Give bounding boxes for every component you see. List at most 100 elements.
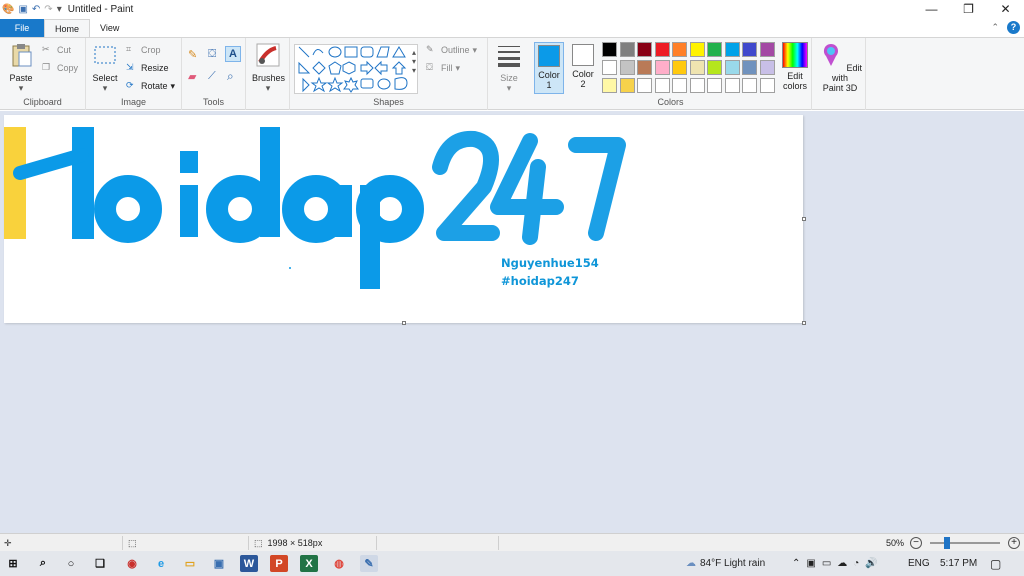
start-icon[interactable]: ⊞ <box>4 555 22 572</box>
language-indicator[interactable]: ENG <box>908 551 930 576</box>
palette-swatch[interactable] <box>759 60 775 75</box>
palette-swatch[interactable] <box>654 42 670 57</box>
excel-icon[interactable]: X <box>300 555 318 572</box>
palette-swatch[interactable] <box>742 60 757 75</box>
save-icon[interactable]: ▣ <box>18 4 27 15</box>
notifications-icon[interactable]: ▢ <box>990 551 1001 576</box>
magnifier-icon[interactable]: ⌕ <box>227 69 234 84</box>
palette-swatch[interactable] <box>672 60 687 75</box>
cut-label: Cut <box>57 45 72 55</box>
palette-swatch[interactable] <box>707 60 722 75</box>
cloud-icon[interactable]: ☁ <box>837 558 847 569</box>
copy-button[interactable]: ❐ Copy <box>42 62 78 74</box>
palette-swatch[interactable] <box>637 60 652 75</box>
tab-home[interactable]: Home <box>44 19 91 37</box>
customize-dropdown-icon[interactable]: ▾ <box>57 4 62 15</box>
color-1-button[interactable]: Color 1 <box>534 42 564 94</box>
volume-icon[interactable]: 🔊 <box>865 558 877 569</box>
palette-swatch[interactable] <box>689 78 705 93</box>
size-button[interactable]: Size ▾ <box>494 42 524 93</box>
fill-bucket-icon[interactable]: ⛋ <box>208 48 216 61</box>
palette-swatch[interactable] <box>602 42 617 57</box>
zoom-out-button[interactable]: − <box>910 537 922 549</box>
network-icon[interactable]: ◔ <box>853 558 859 569</box>
help-icon[interactable]: ? <box>1007 21 1020 34</box>
shapes-gallery[interactable] <box>294 44 418 94</box>
brushes-button[interactable]: Brushes ▾ <box>252 42 285 93</box>
paint-icon[interactable]: ✎ <box>360 555 378 572</box>
pencil-icon[interactable]: ✎ <box>188 48 197 61</box>
powerpoint-icon[interactable]: P <box>270 555 288 572</box>
color-picker-icon[interactable]: ⟋ <box>208 70 216 83</box>
palette-swatch[interactable] <box>672 42 687 57</box>
resize-handle-bottom[interactable] <box>402 321 406 325</box>
crop-button[interactable]: ⌗ Crop <box>126 44 161 56</box>
paste-icon <box>12 44 32 67</box>
palette-swatch[interactable] <box>654 60 670 75</box>
palette-swatch[interactable] <box>724 42 740 57</box>
drawing-canvas[interactable]: Nguyenhue154 #hoidap247 <box>4 115 803 323</box>
text-tool-icon[interactable]: A <box>225 46 241 62</box>
palette-swatch[interactable] <box>724 78 740 93</box>
palette-swatch[interactable] <box>619 60 635 75</box>
shapes-scroll-icon[interactable]: ▴ ▾ ▾ <box>412 48 416 75</box>
clock[interactable]: 5:17 PM <box>940 551 977 576</box>
fill-button[interactable]: ⛋ Fill ▾ <box>426 62 460 74</box>
edit-colors-button[interactable]: Edit colors <box>780 42 810 91</box>
resize-button[interactable]: ⇲ Resize <box>126 62 169 74</box>
edit-with-paint3d-button[interactable]: Edit with Paint 3D <box>816 42 864 93</box>
palette-swatch[interactable] <box>707 42 722 57</box>
computer-icon[interactable]: ▣ <box>210 555 228 572</box>
palette-swatch[interactable] <box>619 42 635 57</box>
select-button[interactable]: Select ▾ <box>90 42 120 93</box>
rotate-button[interactable]: ⟳ Rotate ▾ <box>126 80 175 92</box>
palette-swatch[interactable] <box>654 78 670 93</box>
battery-icon[interactable]: ▭ <box>822 558 831 569</box>
zoom-slider-track[interactable] <box>930 542 1000 544</box>
close-button[interactable]: ✕ <box>987 0 1024 19</box>
resize-handle-corner[interactable] <box>802 321 806 325</box>
zoom-in-button[interactable]: + <box>1008 537 1020 549</box>
paint-app-icon[interactable]: 🎨 <box>2 4 14 15</box>
palette-swatch[interactable] <box>637 42 652 57</box>
edge-icon[interactable]: e <box>152 555 170 572</box>
palette-swatch[interactable] <box>672 78 687 93</box>
palette-swatch[interactable] <box>689 42 705 57</box>
app-red-icon[interactable]: ◉ <box>123 555 141 572</box>
collapse-ribbon-icon[interactable]: ⌃ <box>991 22 999 33</box>
cortana-icon[interactable]: ○ <box>62 555 80 572</box>
word-icon[interactable]: W <box>240 555 258 572</box>
minimize-button[interactable]: — <box>913 0 950 19</box>
chevron-up-icon[interactable]: ⌃ <box>792 558 800 569</box>
undo-icon[interactable]: ↶ <box>32 4 40 15</box>
palette-swatch[interactable] <box>742 78 757 93</box>
palette-swatch[interactable] <box>637 78 652 93</box>
palette-swatch[interactable] <box>602 60 617 75</box>
paint3d-group: Edit with Paint 3D <box>812 38 866 110</box>
tab-view[interactable]: View <box>90 19 129 37</box>
tab-file[interactable]: File <box>0 19 44 37</box>
palette-swatch[interactable] <box>619 78 635 93</box>
maximize-button[interactable]: ❐ <box>950 0 987 19</box>
palette-swatch[interactable] <box>742 42 757 57</box>
meet-icon[interactable]: ▣ <box>806 558 815 569</box>
palette-swatch[interactable] <box>759 78 775 93</box>
outline-button[interactable]: ✎ Outline ▾ <box>426 44 477 56</box>
cut-button[interactable]: ✂ Cut <box>42 44 71 56</box>
search-icon[interactable]: ⌕ <box>34 555 52 572</box>
file-explorer-icon[interactable]: ▭ <box>181 555 199 572</box>
paste-button[interactable]: Paste ▾ <box>6 42 36 93</box>
chrome-icon[interactable]: ◍ <box>330 555 348 572</box>
palette-swatch[interactable] <box>602 78 617 93</box>
palette-swatch[interactable] <box>724 60 740 75</box>
redo-icon[interactable]: ↷ <box>44 4 52 15</box>
color-2-button[interactable]: Color 2 <box>568 42 598 94</box>
eraser-icon[interactable]: ▰ <box>188 70 196 83</box>
zoom-slider-thumb[interactable] <box>944 537 950 549</box>
resize-handle-right[interactable] <box>802 217 806 221</box>
weather-widget[interactable]: ☁ 84°F Light rain <box>686 551 765 576</box>
task-view-icon[interactable]: ❏ <box>91 555 109 572</box>
palette-swatch[interactable] <box>759 42 775 57</box>
palette-swatch[interactable] <box>689 60 705 75</box>
palette-swatch[interactable] <box>707 78 722 93</box>
